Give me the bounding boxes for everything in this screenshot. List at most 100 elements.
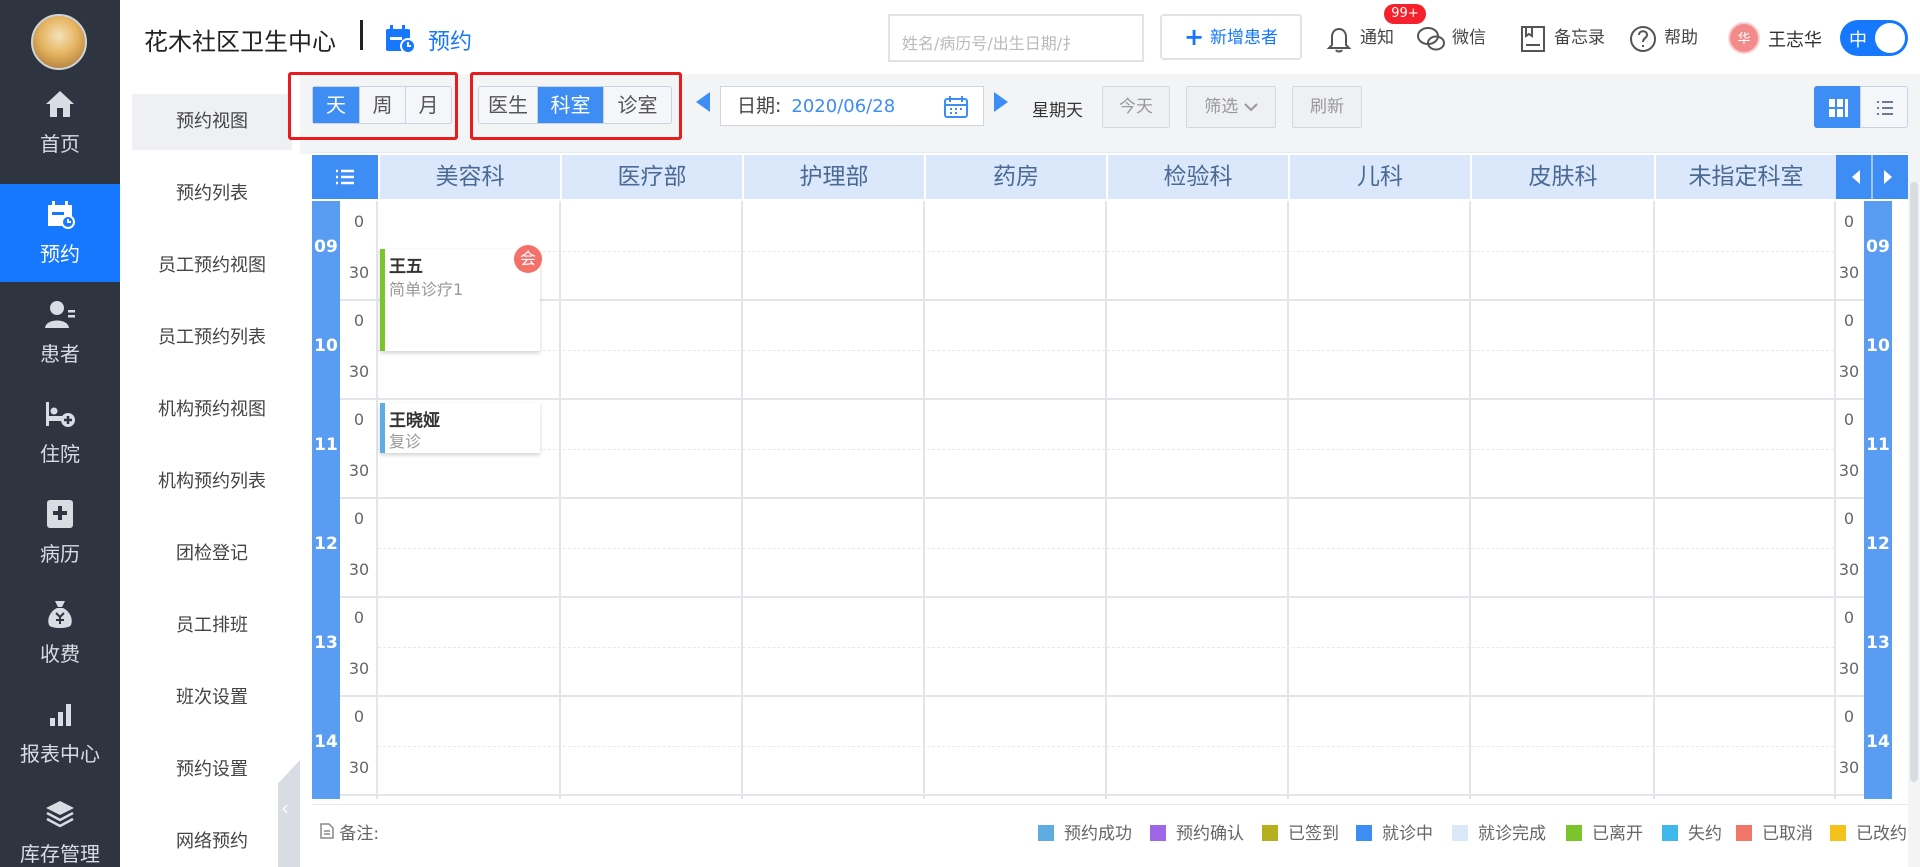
date-value: 2020/06/28 bbox=[791, 96, 896, 117]
minute-label: 0 bbox=[353, 608, 365, 627]
search-input[interactable]: 姓名/病历号/出生日期/扌 bbox=[888, 14, 1144, 62]
minute-label: 0 bbox=[353, 311, 365, 330]
subnav-item[interactable]: 员工排班 bbox=[132, 598, 292, 654]
bar-chart-icon bbox=[50, 704, 71, 726]
highlight-box bbox=[470, 72, 682, 140]
column-scroll-buttons bbox=[1836, 155, 1908, 199]
minute-label: 0 bbox=[1843, 212, 1855, 231]
minute-label: 0 bbox=[1843, 707, 1855, 726]
half-hour-line bbox=[378, 745, 1834, 747]
today-button[interactable]: 今天 bbox=[1102, 86, 1170, 128]
nav-item-patient[interactable]: 患者 bbox=[0, 284, 120, 382]
appointment-card[interactable]: 王晓娅 复诊 bbox=[380, 403, 540, 453]
grid-line bbox=[1105, 201, 1107, 799]
appointment-card[interactable]: 王五 简单诊疗1 会 bbox=[380, 245, 542, 351]
nav-item-billing[interactable]: 收费 bbox=[0, 584, 120, 682]
notify-label: 通知 bbox=[1360, 28, 1394, 48]
calendar-icon[interactable] bbox=[943, 95, 969, 119]
nav-item-label: 收费 bbox=[40, 642, 80, 666]
chevron-down-icon bbox=[1243, 103, 1258, 112]
subnav-item[interactable]: 机构预约列表 bbox=[132, 454, 292, 510]
filter-button[interactable]: 筛选 bbox=[1186, 86, 1276, 128]
legend-swatch bbox=[1356, 825, 1372, 841]
money-bag-icon bbox=[48, 601, 72, 628]
main-sidebar: 首页 预约 患者 住院 病历 收费 报表中心 库存管理 bbox=[0, 0, 120, 867]
hour-label: 11 bbox=[314, 435, 338, 455]
plus-icon: + bbox=[1183, 23, 1205, 51]
nav-item-records[interactable]: 病历 bbox=[0, 484, 120, 582]
legend-swatch bbox=[1038, 825, 1054, 841]
nav-item-home[interactable]: 首页 bbox=[0, 74, 120, 172]
nav-item-inpatient[interactable]: 住院 bbox=[0, 384, 120, 482]
minute-label: 0 bbox=[353, 707, 365, 726]
legend-label: 已取消 bbox=[1762, 824, 1813, 844]
subnav-item[interactable]: 员工预约视图 bbox=[132, 238, 292, 294]
column-list-button[interactable] bbox=[312, 155, 378, 199]
hour-label: 09 bbox=[1866, 237, 1890, 257]
subnav-item[interactable]: 班次设置 bbox=[132, 670, 292, 726]
add-patient-button[interactable]: + 新增患者 bbox=[1160, 14, 1302, 60]
nav-item-label: 库存管理 bbox=[20, 842, 100, 866]
hour-label: 12 bbox=[1866, 534, 1890, 554]
legend-item: 已取消 bbox=[1736, 819, 1813, 844]
list-icon bbox=[336, 169, 354, 185]
notify-button[interactable]: 通知 bbox=[1324, 18, 1394, 58]
subnav-item[interactable]: 预约视图 bbox=[132, 94, 292, 150]
minute-label: 0 bbox=[1843, 410, 1855, 429]
help-button[interactable]: 帮助 bbox=[1628, 18, 1702, 58]
scrollbar-thumb[interactable] bbox=[1910, 182, 1918, 782]
nav-item-label: 预约 bbox=[40, 242, 80, 266]
hour-label: 09 bbox=[314, 237, 338, 257]
hour-line bbox=[340, 596, 1864, 598]
user-avatar[interactable]: 华 bbox=[1728, 22, 1760, 54]
minute-label: 30 bbox=[348, 758, 370, 777]
nav-item-label: 病历 bbox=[40, 542, 80, 566]
subnav-item[interactable]: 网络预约 bbox=[132, 814, 292, 867]
nav-item-inventory[interactable]: 库存管理 bbox=[0, 784, 120, 867]
next-date-arrow-icon[interactable] bbox=[994, 92, 1008, 112]
minute-label: 0 bbox=[1843, 509, 1855, 528]
nav-item-reports[interactable]: 报表中心 bbox=[0, 684, 120, 782]
refresh-button[interactable]: 刷新 bbox=[1292, 86, 1362, 128]
org-avatar[interactable] bbox=[31, 14, 87, 70]
subnav-item[interactable]: 团检登记 bbox=[132, 526, 292, 582]
nav-item-appointment[interactable]: 预约 bbox=[0, 184, 120, 282]
legend-swatch bbox=[1736, 825, 1752, 841]
half-hour-line bbox=[378, 547, 1834, 549]
grid-line bbox=[559, 201, 561, 799]
memo-button[interactable]: 备忘录 bbox=[1518, 18, 1608, 58]
subnav-item[interactable]: 预约列表 bbox=[132, 166, 292, 222]
department-header: 未指定科室 bbox=[1654, 155, 1836, 199]
minute-label: 30 bbox=[1838, 758, 1860, 777]
subnav-item[interactable]: 机构预约视图 bbox=[132, 382, 292, 438]
legend-item: 已改约 bbox=[1830, 819, 1907, 844]
department-header: 儿科 bbox=[1288, 155, 1470, 199]
appointment-desc: 简单诊疗1 bbox=[389, 280, 464, 299]
list-view-button[interactable] bbox=[1860, 86, 1908, 128]
wechat-label: 微信 bbox=[1452, 28, 1486, 48]
minute-label: 30 bbox=[1838, 659, 1860, 678]
chevron-left-right-icon[interactable] bbox=[1836, 155, 1908, 199]
page-title: 预约 bbox=[428, 30, 473, 55]
highlight-box bbox=[288, 72, 458, 140]
hour-line bbox=[340, 497, 1864, 499]
user-name[interactable]: 王志华 bbox=[1768, 26, 1822, 52]
grid-view-button[interactable] bbox=[1814, 86, 1860, 128]
minute-label: 30 bbox=[1838, 560, 1860, 579]
hour-label: 13 bbox=[1866, 633, 1890, 653]
wechat-button[interactable]: 微信 bbox=[1416, 18, 1494, 58]
language-toggle[interactable]: 中 bbox=[1840, 20, 1908, 56]
prev-date-arrow-icon[interactable] bbox=[696, 92, 710, 112]
subnav-item[interactable]: 员工预约列表 bbox=[132, 310, 292, 366]
hour-column-left bbox=[312, 201, 340, 799]
minute-label: 30 bbox=[1838, 362, 1860, 381]
hour-line bbox=[340, 299, 1864, 301]
nav-item-label: 报表中心 bbox=[20, 742, 100, 766]
minute-label: 0 bbox=[353, 212, 365, 231]
department-header: 护理部 bbox=[742, 155, 924, 199]
legend-swatch bbox=[1830, 825, 1846, 841]
vertical-scrollbar[interactable] bbox=[1908, 152, 1920, 867]
subnav-item[interactable]: 预约设置 bbox=[132, 742, 292, 798]
date-picker[interactable]: 日期: 2020/06/28 bbox=[720, 86, 984, 126]
minute-label: 30 bbox=[348, 560, 370, 579]
